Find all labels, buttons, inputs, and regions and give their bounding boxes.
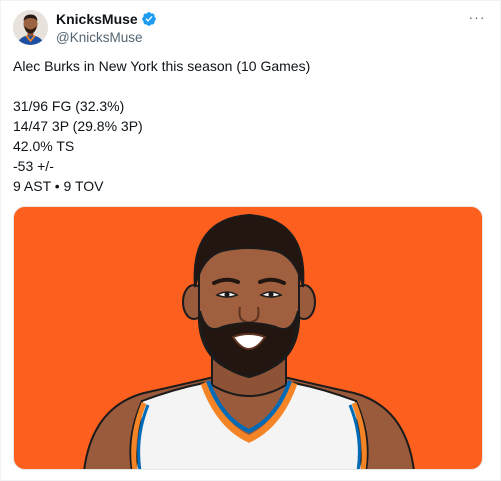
tweet-image[interactable] [13,206,483,470]
player-illustration [14,207,482,469]
more-options-icon: ··· [468,9,486,25]
verified-badge-icon[interactable] [141,11,157,27]
user-handle[interactable]: @KnicksMuse [56,30,157,45]
tweet-text-line: Alec Burks in New York this season (10 G… [13,58,311,74]
tweet-text-blank-line [13,76,483,96]
more-options-button[interactable]: ··· [466,7,488,27]
tweet-text-line: 31/96 FG (32.3%) [13,98,125,114]
avatar[interactable] [13,10,48,45]
tweet-text-line: 14/47 3P (29.8% 3P) [13,118,143,134]
name-row: KnicksMuse [56,10,157,28]
tweet-text-line: 42.0% TS [13,138,75,154]
tweet-text: Alec Burks in New York this season (10 G… [13,56,483,196]
tweet-header: KnicksMuse @KnicksMuse [56,10,157,45]
tweet-text-line: 9 AST • 9 TOV [13,178,104,194]
tweet-text-line: -53 +/- [13,158,54,174]
display-name[interactable]: KnicksMuse [56,11,138,27]
tweet-card[interactable]: KnicksMuse @KnicksMuse ··· Alec Burks in… [0,0,501,481]
